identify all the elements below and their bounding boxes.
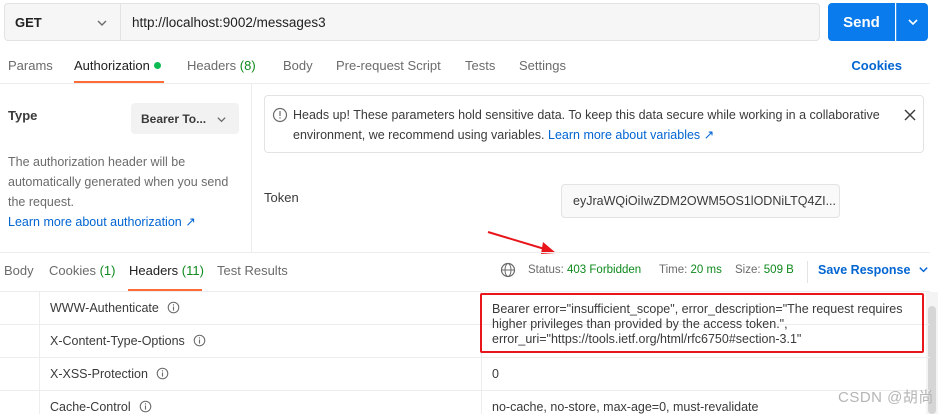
row-lead [0,325,40,357]
learn-more-variables-link[interactable]: Learn more about variables ↗ [548,128,714,142]
info-circle-icon[interactable] [167,301,180,314]
chevron-down-icon [97,20,107,26]
divider [807,261,808,283]
close-icon[interactable] [903,108,917,122]
tab-params[interactable]: Params [8,58,53,73]
row-lead [0,391,40,414]
header-key-text: X-XSS-Protection [50,367,148,381]
response-tab-headers[interactable]: Headers (11) [129,263,204,278]
auth-description: The authorization header will be automat… [8,152,243,232]
token-value: eyJraWQiOiIwZDM2OWM5OS1lODNiLTQ4ZI... [573,194,836,208]
tab-headers-count: (8) [239,58,256,73]
header-key: X-XSS-Protection [50,367,169,381]
response-tab-cookies-label: Cookies [49,263,96,278]
response-tabs: Body Cookies (1) Headers (11) Test Resul… [0,252,930,292]
send-options-button[interactable] [896,3,928,41]
response-tab-cookies[interactable]: Cookies (1) [49,263,115,278]
response-tab-cookies-count: (1) [99,263,116,278]
info-circle-icon[interactable] [193,334,206,347]
header-value: 0 [492,367,499,381]
status-label: Status: [528,264,564,276]
size-value: 509 B [763,264,794,276]
header-key: Cache-Control [50,400,152,414]
url-input[interactable]: http://localhost:9002/messages3 [120,3,820,41]
tab-headers[interactable]: Headers (8) [187,58,256,73]
alert-text: Heads up! These parameters hold sensitiv… [293,105,893,145]
send-button[interactable]: Send [828,3,895,41]
response-tab-headers-count: (11) [181,263,204,278]
sensitive-data-alert: Heads up! These parameters hold sensitiv… [264,95,924,153]
time-label: Time: [659,264,688,276]
response-time: Time: 20 ms [659,264,722,276]
info-circle-icon[interactable] [156,367,169,380]
method-value: GET [15,14,42,30]
token-input[interactable]: eyJraWQiOiIwZDM2OWM5OS1lODNiLTQ4ZI... [561,184,840,218]
tab-headers-label: Headers [187,58,237,73]
response-size: Size: 509 B [735,264,794,276]
method-select[interactable]: GET [4,3,120,41]
globe-icon[interactable] [500,262,516,278]
learn-more-authorization-link[interactable]: Learn more about authorization ↗ [8,215,196,229]
header-key-text: X-Content-Type-Options [50,334,185,348]
tab-settings[interactable]: Settings [519,58,566,73]
response-tab-test-results[interactable]: Test Results [217,263,288,278]
info-circle-icon [272,107,288,123]
cookies-link[interactable]: Cookies [851,58,902,73]
response-tab-body[interactable]: Body [4,263,34,278]
watermark: CSDN @胡尚 [838,389,934,406]
row-lead [0,358,40,390]
response-tab-headers-label: Headers [129,263,179,278]
header-key: X-Content-Type-Options [50,334,206,348]
column-separator [481,391,482,414]
active-tab-underline [74,81,164,83]
auth-type-value: Bearer To... [141,111,207,126]
chevron-down-icon [217,117,226,123]
tab-authorization-label: Authorization [74,58,150,73]
active-dot-icon [153,62,161,69]
tab-authorization[interactable]: Authorization [74,58,161,73]
save-response-label: Save Response [818,263,911,277]
tab-pre-request-script[interactable]: Pre-request Script [336,58,441,73]
chevron-down-icon [919,267,928,273]
request-tabs: Params Authorization Headers (8) Body Pr… [0,46,930,84]
active-tab-underline [128,289,202,291]
header-key: WWW-Authenticate [50,301,180,315]
row-lead [0,292,40,324]
tab-tests[interactable]: Tests [465,58,495,73]
header-key-text: WWW-Authenticate [50,301,159,315]
status-value: 403 Forbidden [567,264,642,276]
column-separator [481,358,482,390]
info-circle-icon[interactable] [139,400,152,413]
request-bar: GET http://localhost:9002/messages3 Send [0,0,952,46]
table-row: X-XSS-Protection 0 [0,358,930,391]
chevron-down-icon [907,19,918,26]
url-value: http://localhost:9002/messages3 [132,14,326,30]
type-label: Type [8,108,38,123]
size-label: Size: [735,264,761,276]
annotation-highlight-box [480,293,924,353]
auth-type-select[interactable]: Bearer To... [131,103,239,134]
time-value: 20 ms [690,264,722,276]
auth-type-panel: Type Bearer To... The authorization head… [0,84,252,252]
token-label: Token [264,190,299,205]
save-response-button[interactable]: Save Response [818,263,929,277]
tab-body[interactable]: Body [283,58,313,73]
header-key-text: Cache-Control [50,400,131,414]
auth-description-text: The authorization header will be automat… [8,155,229,209]
table-row: Cache-Control no-cache, no-store, max-ag… [0,391,930,414]
response-status: Status: 403 Forbidden [528,264,641,276]
